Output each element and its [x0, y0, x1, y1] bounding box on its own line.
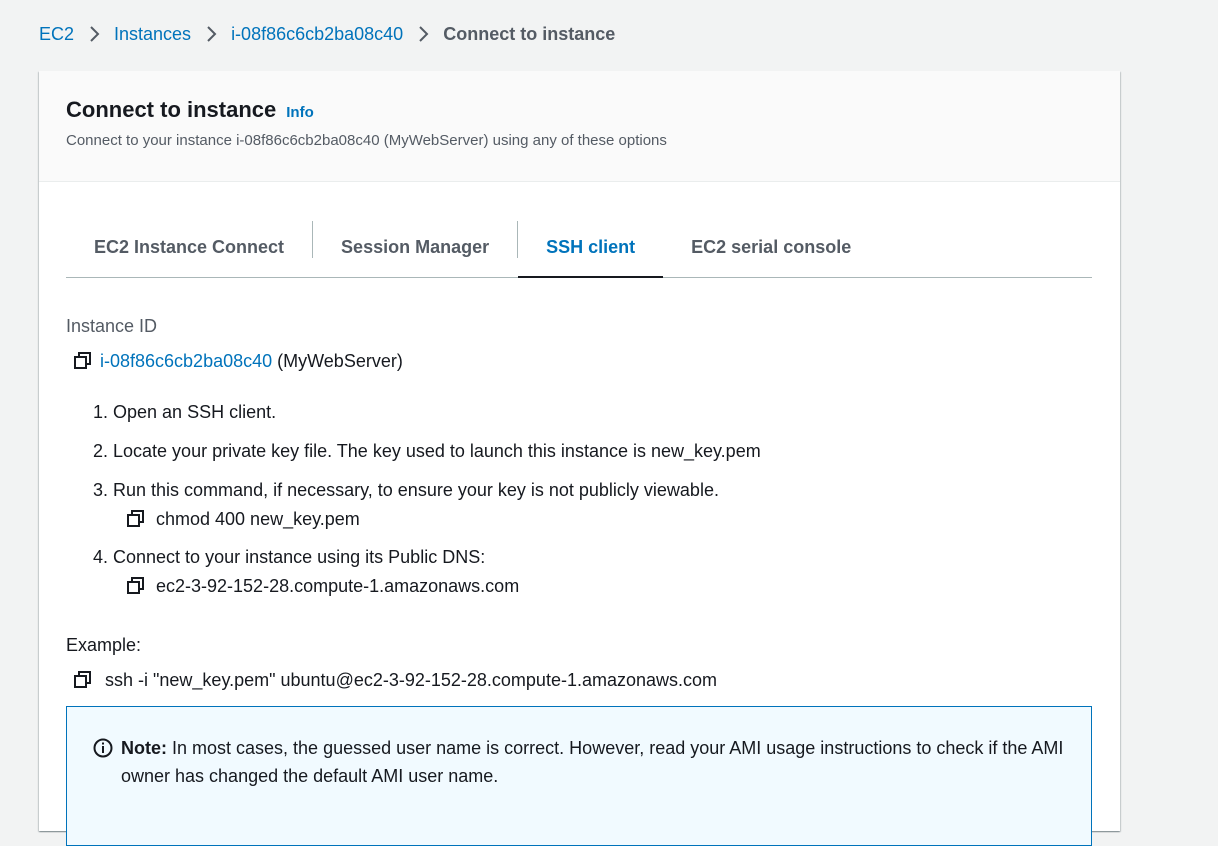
breadcrumb-instances[interactable]: Instances [114, 24, 191, 45]
step-text: 2. Locate your private key file. The key… [93, 441, 761, 461]
tab-ssh-client[interactable]: SSH client [518, 218, 664, 278]
public-dns-row: ec2-3-92-152-28.compute-1.amazonaws.com [125, 575, 1092, 597]
example-command-row: ssh -i "new_key.pem" ubuntu@ec2-3-92-152… [66, 669, 1092, 691]
breadcrumb-instance-id[interactable]: i-08f86c6cb2ba08c40 [231, 24, 403, 45]
breadcrumb-current: Connect to instance [443, 23, 616, 44]
chevron-right-icon [205, 25, 217, 43]
chmod-command-row: chmod 400 new_key.pem [125, 508, 1092, 530]
tab-ec2-instance-connect[interactable]: EC2 Instance Connect [66, 218, 312, 277]
instance-id-label: Instance ID [66, 316, 158, 336]
panel-header: Connect to instance Info Connect to your… [39, 71, 1120, 182]
chevron-right-icon [88, 25, 100, 43]
step-item: 3. Run this command, if necessary, to en… [93, 479, 1092, 530]
chevron-right-icon [417, 25, 429, 43]
tab-ec2-serial-console[interactable]: EC2 serial console [663, 218, 879, 277]
info-alert: Note: In most cases, the guessed user na… [66, 706, 1092, 846]
ssh-steps: 1. Open an SSH client. 2. Locate your pr… [93, 401, 1092, 597]
page-subtitle: Connect to your instance i-08f86c6cb2ba0… [66, 132, 667, 149]
example-command: ssh -i "new_key.pem" ubuntu@ec2-3-92-152… [105, 669, 718, 690]
copy-icon[interactable] [125, 575, 147, 597]
instance-name: (MyWebServer) [277, 350, 403, 371]
step-text: 3. Run this command, if necessary, to en… [93, 480, 719, 500]
copy-icon[interactable] [72, 669, 94, 691]
breadcrumb-ec2[interactable]: EC2 [39, 24, 74, 45]
note-label: Note: [121, 738, 167, 758]
step-item: 2. Locate your private key file. The key… [93, 440, 1092, 462]
info-link[interactable]: Info [286, 104, 314, 121]
instance-id-row: i-08f86c6cb2ba08c40 (MyWebServer) [66, 350, 1092, 372]
copy-icon[interactable] [72, 350, 94, 372]
instance-id-link[interactable]: i-08f86c6cb2ba08c40 [100, 351, 272, 372]
copy-icon[interactable] [125, 508, 147, 530]
chmod-command: chmod 400 new_key.pem [156, 508, 360, 529]
breadcrumb: EC2 Instances i-08f86c6cb2ba08c40 Connec… [39, 20, 615, 48]
info-circle-icon [93, 738, 113, 766]
step-text: 4. Connect to your instance using its Pu… [93, 547, 486, 567]
page-title: Connect to instance [66, 97, 277, 122]
ssh-client-content: Instance ID i-08f86c6cb2ba08c40 (MyWebSe… [66, 315, 1092, 691]
example-label: Example: [66, 635, 142, 655]
note-text: In most cases, the guessed user name is … [121, 738, 1064, 786]
step-text: 1. Open an SSH client. [93, 402, 277, 422]
connection-tabs: EC2 Instance Connect Session Manager SSH… [66, 218, 1092, 278]
step-item: 1. Open an SSH client. [93, 401, 1092, 423]
public-dns: ec2-3-92-152-28.compute-1.amazonaws.com [156, 575, 520, 596]
tab-session-manager[interactable]: Session Manager [313, 218, 517, 277]
connect-panel: Connect to instance Info Connect to your… [39, 71, 1120, 846]
step-item: 4. Connect to your instance using its Pu… [93, 546, 1092, 597]
